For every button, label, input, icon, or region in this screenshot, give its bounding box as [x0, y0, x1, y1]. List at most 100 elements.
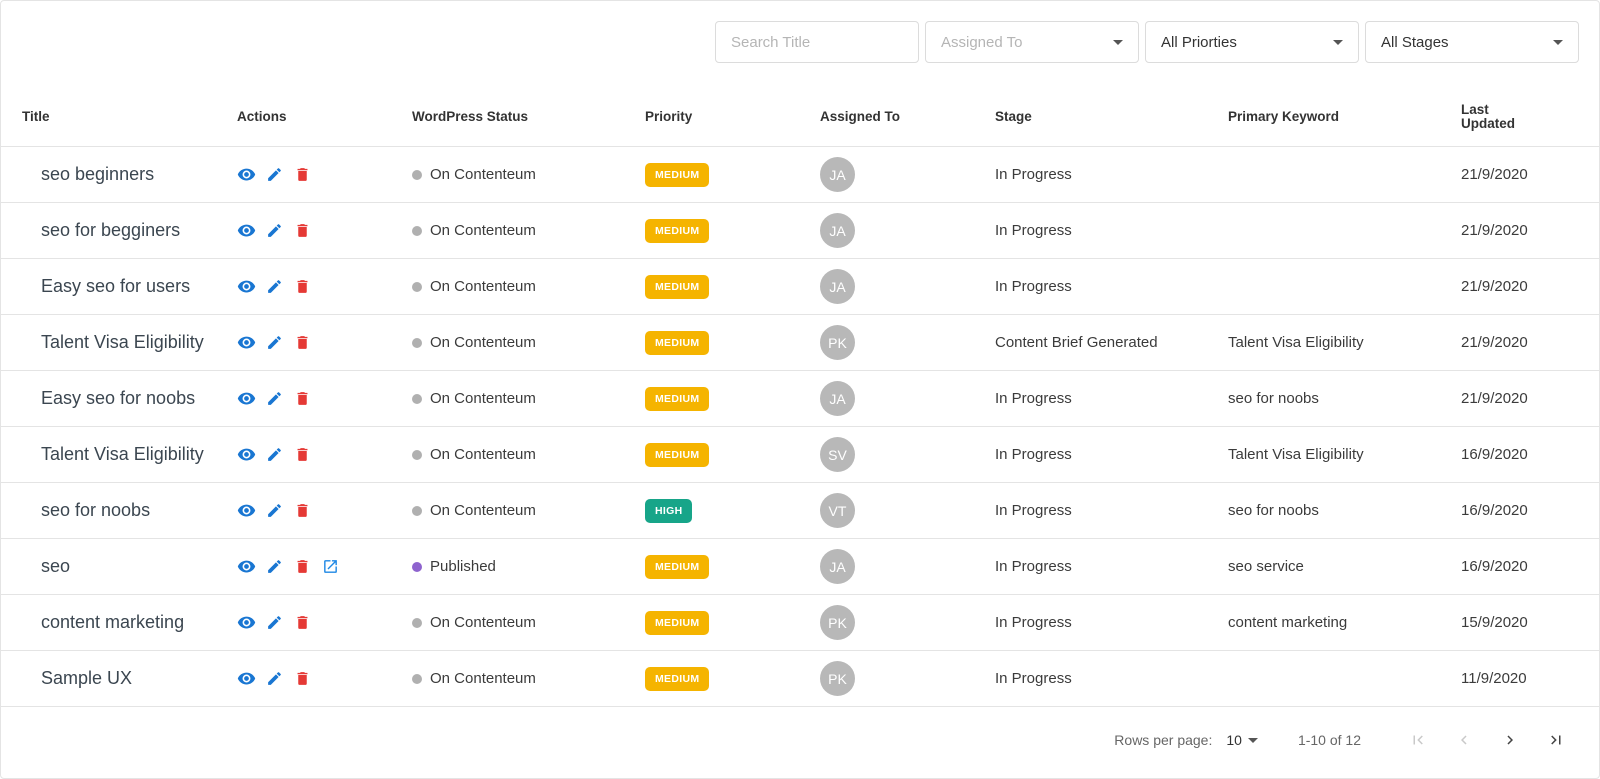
table-row[interactable]: Easy seo for users On Contenteum MEDIUM … — [1, 259, 1599, 315]
row-title[interactable]: seo beginners — [22, 164, 237, 185]
wp-status-text: On Contenteum — [430, 390, 536, 407]
assigned-cell: JA — [820, 213, 995, 248]
edit-button[interactable] — [265, 221, 284, 240]
first-page-button[interactable] — [1395, 725, 1441, 755]
stage-cell: Content Brief Generated — [995, 334, 1158, 351]
row-title[interactable]: seo — [22, 556, 237, 577]
external-link-icon — [324, 560, 337, 573]
stage-cell: In Progress — [995, 614, 1072, 631]
avatar: JA — [820, 549, 855, 584]
edit-button[interactable] — [265, 557, 284, 576]
title-cell: content marketing — [1, 612, 237, 633]
view-button[interactable] — [237, 613, 256, 632]
table-row[interactable]: Sample UX On Contenteum MEDIUM PK In Pro… — [1, 651, 1599, 707]
last-page-button[interactable] — [1533, 725, 1579, 755]
last-updated-cell: 21/9/2020 — [1461, 166, 1528, 183]
trash-icon — [297, 392, 308, 405]
wp-status-text: On Contenteum — [430, 614, 536, 631]
eye-icon — [237, 560, 256, 573]
edit-button[interactable] — [265, 389, 284, 408]
row-title[interactable]: Sample UX — [22, 668, 237, 689]
wp-status-cell: On Contenteum — [412, 614, 645, 631]
row-title[interactable]: Easy seo for noobs — [22, 388, 237, 409]
view-button[interactable] — [237, 165, 256, 184]
status-dot — [412, 673, 422, 684]
edit-button[interactable] — [265, 669, 284, 688]
table-row[interactable]: seo for noobs On Contenteum HIGH VT In P… — [1, 483, 1599, 539]
priority-cell: MEDIUM — [645, 274, 820, 299]
view-button[interactable] — [237, 501, 256, 520]
table-row[interactable]: content marketing On Contenteum MEDIUM P… — [1, 595, 1599, 651]
column-header-stage[interactable]: Stage — [995, 109, 1228, 124]
column-header-assigned[interactable]: Assigned To — [820, 109, 995, 124]
avatar: PK — [820, 661, 855, 696]
row-title[interactable]: Talent Visa Eligibility — [22, 444, 237, 465]
row-title[interactable]: Talent Visa Eligibility — [22, 332, 237, 353]
column-header-keyword[interactable]: Primary Keyword — [1228, 109, 1461, 124]
open-link-button[interactable] — [321, 557, 340, 576]
search-title-input[interactable] — [715, 21, 919, 63]
eye-icon — [237, 672, 256, 685]
avatar: JA — [820, 381, 855, 416]
column-header-priority[interactable]: Priority — [645, 109, 820, 124]
view-button[interactable] — [237, 389, 256, 408]
pencil-icon — [268, 672, 281, 685]
prev-page-button[interactable] — [1441, 725, 1487, 755]
row-title[interactable]: seo for noobs — [22, 500, 237, 521]
view-button[interactable] — [237, 277, 256, 296]
delete-button[interactable] — [293, 165, 312, 184]
rows-per-page-label: Rows per page: — [1114, 732, 1213, 748]
row-title[interactable]: content marketing — [22, 612, 237, 633]
table-row[interactable]: seo beginners On Contenteum MEDIUM JA In… — [1, 147, 1599, 203]
delete-button[interactable] — [293, 333, 312, 352]
wp-status-text: On Contenteum — [430, 446, 536, 463]
view-button[interactable] — [237, 557, 256, 576]
table-row[interactable]: seo Published MEDIUM JA In Progress seo … — [1, 539, 1599, 595]
edit-button[interactable] — [265, 333, 284, 352]
view-button[interactable] — [237, 333, 256, 352]
delete-button[interactable] — [293, 669, 312, 688]
assigned-to-select[interactable]: Assigned To — [925, 21, 1139, 63]
next-page-button[interactable] — [1487, 725, 1533, 755]
delete-button[interactable] — [293, 277, 312, 296]
column-header-last-updated-line2: Updated — [1461, 115, 1515, 131]
trash-icon — [297, 448, 308, 461]
stage-select[interactable]: All Stages — [1365, 21, 1579, 63]
edit-button[interactable] — [265, 165, 284, 184]
row-title[interactable]: Easy seo for users — [22, 276, 237, 297]
delete-button[interactable] — [293, 389, 312, 408]
priority-select[interactable]: All Priorties — [1145, 21, 1359, 63]
delete-button[interactable] — [293, 501, 312, 520]
priority-badge: MEDIUM — [645, 162, 710, 187]
column-header-wp-status[interactable]: WordPress Status — [412, 109, 645, 124]
edit-button[interactable] — [265, 613, 284, 632]
actions-cell — [237, 165, 412, 184]
priority-badge: HIGH — [645, 498, 693, 523]
stage-cell: In Progress — [995, 670, 1072, 687]
status-dot — [412, 617, 422, 628]
delete-button[interactable] — [293, 445, 312, 464]
table-row[interactable]: Talent Visa Eligibility On Contenteum ME… — [1, 315, 1599, 371]
chevron-down-icon — [1113, 39, 1123, 45]
row-title[interactable]: seo for begginers — [22, 220, 237, 241]
view-button[interactable] — [237, 445, 256, 464]
edit-button[interactable] — [265, 445, 284, 464]
table-row[interactable]: seo for begginers On Contenteum MEDIUM J… — [1, 203, 1599, 259]
column-header-title[interactable]: Title — [1, 109, 237, 124]
trash-icon — [297, 280, 308, 293]
delete-button[interactable] — [293, 557, 312, 576]
rows-per-page-select[interactable]: 10 — [1226, 732, 1258, 748]
view-button[interactable] — [237, 669, 256, 688]
keyword-cell: Talent Visa Eligibility — [1228, 334, 1364, 351]
delete-button[interactable] — [293, 221, 312, 240]
edit-button[interactable] — [265, 277, 284, 296]
assigned-cell: JA — [820, 157, 995, 192]
table-row[interactable]: Easy seo for noobs On Contenteum MEDIUM … — [1, 371, 1599, 427]
delete-button[interactable] — [293, 613, 312, 632]
view-button[interactable] — [237, 221, 256, 240]
edit-button[interactable] — [265, 501, 284, 520]
priority-badge: MEDIUM — [645, 274, 710, 299]
table-row[interactable]: Talent Visa Eligibility On Contenteum ME… — [1, 427, 1599, 483]
last-updated-cell: 21/9/2020 — [1461, 334, 1528, 351]
column-header-last-updated[interactable]: Last Updated — [1461, 102, 1561, 131]
